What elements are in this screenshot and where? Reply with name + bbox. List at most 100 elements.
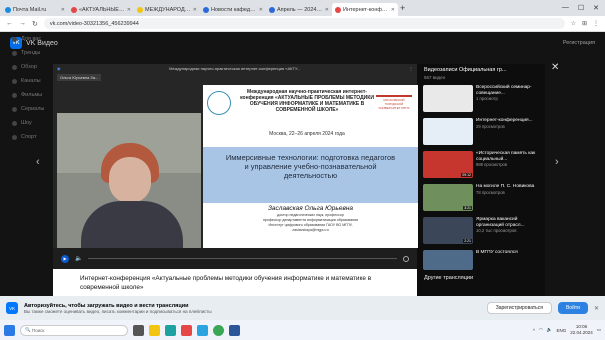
next-video-arrow-icon[interactable]: › [555, 156, 559, 168]
sidebar-item[interactable]: Спорт [12, 130, 52, 144]
nav-icon [12, 36, 17, 42]
reload-icon[interactable]: ↻ [32, 20, 38, 28]
tab-news[interactable]: Новости кафедры ТМОМ✕ [200, 3, 266, 16]
close-tab-icon[interactable]: ✕ [193, 7, 197, 13]
maximize-icon[interactable]: ☐ [578, 4, 584, 12]
minimize-icon[interactable]: — [562, 4, 569, 12]
close-tab-icon[interactable]: ✕ [61, 7, 65, 13]
settings-icon[interactable] [403, 255, 409, 262]
institute-emblem-icon [207, 91, 231, 115]
star-icon[interactable]: ☆ [571, 20, 576, 27]
youtube-favicon-icon [71, 6, 77, 13]
video-player[interactable]: ◉ Международная научно-практическая инте… [53, 64, 418, 287]
forward-icon[interactable]: → [19, 20, 26, 27]
site-favicon-icon [269, 6, 275, 13]
close-modal-icon[interactable]: ✕ [551, 62, 559, 73]
tab-internet-conference[interactable]: Интернет-конференция✕ [332, 3, 398, 16]
nav-icon [12, 134, 17, 140]
site-favicon-icon [203, 6, 209, 13]
video-thumbnail: 09:12 [423, 151, 473, 178]
close-tab-icon[interactable]: ✕ [127, 7, 131, 13]
register-link[interactable]: Регистрация [563, 40, 595, 46]
close-banner-icon[interactable]: ✕ [594, 305, 599, 312]
word-icon[interactable] [229, 324, 240, 336]
playlist-item[interactable]: 3:21 На могиле П. С. Новикова 78 просмотро… [418, 182, 545, 215]
playlist-item[interactable]: 09:12 «Историческая память как социальный… [418, 149, 545, 182]
other-streams-heading: Другие трансляции [424, 275, 474, 281]
sidebar-item[interactable]: Тренды [12, 46, 52, 60]
sound-icon[interactable]: 🔈 [547, 327, 553, 333]
login-button[interactable]: Войти [557, 302, 588, 314]
video-modal: ◉ Международная научно-практическая инте… [53, 64, 545, 304]
auth-banner: VK Авторизуйтесь, чтобы загружать видео … [0, 296, 605, 320]
edge-icon[interactable] [165, 324, 176, 336]
chrome-icon[interactable] [213, 324, 224, 336]
close-tab-icon[interactable]: ✕ [391, 7, 395, 13]
nav-icon [12, 106, 17, 112]
taskbar-search[interactable]: 🔍 Поиск [20, 324, 128, 336]
sidebar-item[interactable]: Сериалы [12, 102, 52, 116]
clock[interactable]: 10:06 22.04.2024 [570, 324, 593, 336]
logo-bar [376, 95, 412, 97]
close-tab-icon[interactable]: ✕ [325, 7, 329, 13]
back-icon[interactable]: ← [6, 20, 13, 27]
wifi-icon[interactable]: ◠ [539, 327, 543, 333]
player-title: Международная научно-практическая интерн… [169, 66, 301, 71]
clock-date: 22.04.2024 [570, 330, 593, 335]
player-more-icon[interactable]: ⋮ [409, 66, 413, 71]
speaker-face [109, 157, 151, 203]
telegram-icon[interactable] [197, 324, 208, 336]
slide-author-desc: доктор педагогических наук, профессор пр… [203, 213, 418, 233]
nav-icon [12, 64, 17, 70]
task-view-icon[interactable] [133, 324, 144, 336]
tab-april[interactable]: Апрель — 2024 | Новости✕ [266, 3, 332, 16]
play-button[interactable]: ▶ [61, 254, 69, 263]
sidebar-item[interactable]: Шоу [12, 116, 52, 130]
playlist-header: Видеозаписи Официальная гр... 567 видео [418, 64, 545, 83]
sidebar-item[interactable]: Каналы [12, 74, 52, 88]
windows-start-icon[interactable] [4, 324, 15, 336]
playlist-item[interactable]: 2:21 Ярмарка вакансий организаций отрасл.… [418, 215, 545, 248]
prev-video-arrow-icon[interactable]: ‹ [36, 156, 40, 168]
youtube-favicon-icon [335, 6, 341, 13]
item-title: Ярмарка вакансий организаций отрасл... [476, 217, 525, 228]
language-indicator[interactable]: ENG [556, 328, 566, 333]
item-title: На могиле П. С. Новикова [476, 184, 535, 189]
banner-text: Вы также сможете оценивать видео, писать… [24, 308, 212, 314]
tab-mail[interactable]: Почта Mail.ru ✕ [2, 3, 68, 16]
item-duration: 2:21 [463, 239, 472, 243]
yandex-icon[interactable] [181, 324, 192, 336]
sidebar-item[interactable]: Для вас [12, 32, 52, 46]
nav-icon [12, 92, 17, 98]
playlist-item[interactable]: Интернет-конференция... 29 просмотров [418, 116, 545, 149]
new-tab-button[interactable]: + [400, 3, 405, 13]
sidebar-item[interactable]: Фильмы [12, 88, 52, 102]
item-title: В МГПУ состоялся [476, 250, 518, 255]
item-views: 1 просмотр [476, 96, 498, 101]
url-input[interactable]: vk.com/video-30321356_456239944 [43, 18, 565, 29]
item-title: Всероссийский семинар-совещание... [476, 85, 532, 96]
tab-conference[interactable]: МЕЖДУНАРОДНАЯ НАУ✕ [134, 3, 200, 16]
menu-icon[interactable]: ⋮ [593, 20, 599, 27]
slide-date: Москва, 22–26 апреля 2024 года [269, 131, 345, 137]
address-bar: ← → ↻ vk.com/video-30321356_456239944 ☆ ⊞… [0, 16, 605, 32]
sidebar-item[interactable]: Обзор [12, 60, 52, 74]
volume-icon[interactable]: 🔈 [75, 255, 82, 262]
video-thumbnail [423, 118, 473, 145]
tray-chevron-icon[interactable]: ^ [533, 328, 535, 333]
explorer-icon[interactable] [149, 324, 160, 336]
close-tab-icon[interactable]: ✕ [259, 7, 263, 13]
notifications-icon[interactable]: ▭ [597, 327, 601, 333]
playlist-item[interactable]: В МГПУ состоялся [418, 248, 545, 272]
extensions-icon[interactable]: ⊞ [582, 20, 587, 27]
close-window-icon[interactable]: ✕ [593, 4, 599, 12]
tab-problems[interactable]: «АКТУАЛЬНЫЕ ПРОБЛЕМ✕ [68, 3, 134, 16]
video-thumbnail: 2:21 [423, 217, 473, 244]
playlist-channel[interactable]: Видеозаписи Официальная гр... [424, 67, 539, 73]
nav-icon [12, 78, 17, 84]
slide-author-name: Заславская Ольга Юрьевна [267, 205, 354, 212]
progress-track[interactable] [88, 257, 397, 260]
register-button[interactable]: Зарегистрироваться [486, 302, 552, 314]
mail-favicon-icon [5, 6, 11, 13]
playlist-item[interactable]: Всероссийский семинар-совещание... 1 прос… [418, 83, 545, 116]
